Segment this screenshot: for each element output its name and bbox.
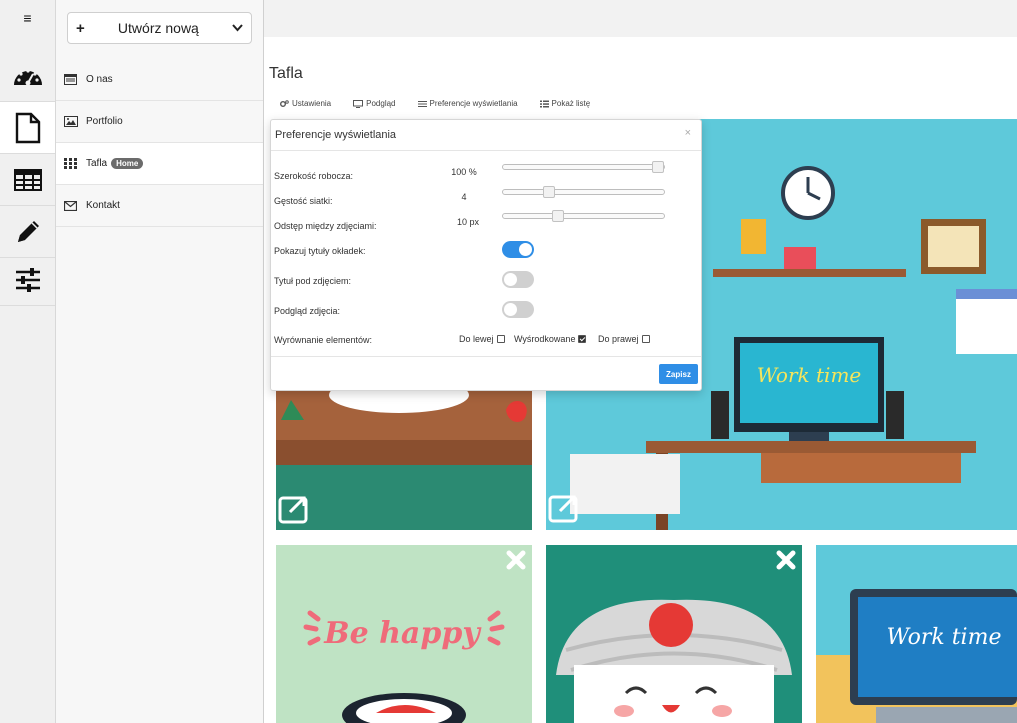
icon-rail: ≡ [0,0,56,723]
align-right-checkbox[interactable] [641,335,650,343]
width-slider[interactable] [502,161,665,173]
density-label: Gęstość siatki: [274,196,333,206]
align-right-label: Do prawej [598,334,639,344]
tab-label: Preferencje wyświetlania [429,99,518,108]
rail-table[interactable] [0,154,55,206]
rail-pages[interactable] [0,102,55,154]
window-icon [64,74,78,86]
density-slider[interactable] [502,186,665,198]
tile-work-time-laptop[interactable]: Work time [816,545,1017,723]
tile-sushi-face[interactable] [546,545,802,723]
rail-settings[interactable] [0,254,55,306]
cogs-icon [280,99,289,107]
sidebar-item-label: Portfolio [86,116,123,127]
align-left-label: Do lewej [459,334,494,344]
slider-handle[interactable] [652,161,664,173]
align-center-option[interactable]: Wyśrodkowane [514,334,587,344]
save-button[interactable]: Zapisz [659,364,698,384]
alignment-label: Wyrównanie elementów: [274,335,372,345]
sidebar-item-label: O nas [86,74,113,85]
title-below-toggle[interactable] [502,271,534,288]
preview-toggle[interactable] [502,301,534,318]
align-right-option[interactable]: Do prawej [598,334,650,344]
spacing-value: 10 px [456,217,480,227]
sidebar-item-tafla[interactable]: Tafla Home [56,143,263,185]
toggle-knob [504,303,517,316]
width-value: 100 % [451,167,477,177]
align-left-checkbox[interactable] [496,335,505,343]
tab-label: Ustawienia [292,99,332,108]
pages-sidebar: + Utwórz nową O nas Portfolio Tafla Home… [56,0,264,723]
dashboard-icon [13,68,42,85]
top-bar [264,0,1017,37]
width-label: Szerokość robocza: [274,171,354,181]
tab-preview[interactable]: Podgląd [353,99,396,108]
rail-edit[interactable] [0,206,55,258]
tab-label: Podgląd [366,99,396,108]
pencil-icon [17,220,39,242]
tab-display-preferences[interactable]: Preferencje wyświetlania [417,99,518,108]
grid-icon [64,158,78,170]
tab-show-list[interactable]: Pokaż listę [539,99,591,108]
modal-header: Preferencje wyświetlania × [271,120,701,151]
close-icon[interactable]: × [685,127,691,139]
sidebar-item-label: Tafla [86,158,108,169]
align-center-checkbox[interactable] [578,335,587,343]
modal-title: Preferencje wyświetlania [275,129,397,141]
align-left-option[interactable]: Do lewej [459,334,505,344]
create-new-label: Utwórz nową [117,20,199,36]
sidebar-item-o-nas[interactable]: O nas [56,59,263,101]
show-titles-label: Pokazuj tytuły okładek: [274,246,366,256]
sliders-icon [15,267,40,292]
chevron-down-icon [232,24,243,32]
display-preferences-modal: Preferencje wyświetlania × Szerokość rob… [270,119,702,391]
preview-label: Podgląd zdjęcia: [274,306,341,316]
tile-be-happy[interactable]: Be happy [276,545,532,723]
tile-text: Work time [757,363,862,387]
envelope-icon [64,200,78,212]
home-badge: Home [111,158,144,169]
spacing-slider[interactable] [502,210,665,222]
page-title: Tafla [269,65,303,82]
sidebar-item-portfolio[interactable]: Portfolio [56,101,263,143]
sidebar-item-kontakt[interactable]: Kontakt [56,185,263,227]
show-titles-toggle[interactable] [502,241,534,258]
sliders-small-icon [417,100,427,107]
align-center-label: Wyśrodkowane [514,334,576,344]
modal-footer [271,356,701,357]
sidebar-item-label: Kontakt [86,200,120,211]
plus-icon: + [76,19,85,37]
tile-text: Be happy [323,616,482,651]
page-tabs: Ustawienia Podgląd Preferencje wyświetla… [280,99,612,108]
image-icon [64,116,78,128]
toggle-knob [519,243,532,256]
create-new-button[interactable]: + Utwórz nową [67,12,252,44]
rail-dashboard[interactable] [0,50,55,102]
density-value: 4 [461,192,467,202]
spacing-label: Odstęp między zdjęciami: [274,221,377,231]
tile-illustration [546,545,802,723]
tile-illustration: Be happy [276,545,532,723]
title-below-label: Tytuł pod zdjęciem: [274,276,352,286]
hamburger-icon[interactable]: ≡ [0,0,55,36]
tab-settings[interactable]: Ustawienia [280,99,331,108]
table-icon [13,168,42,191]
tile-text: Work time [887,625,1002,650]
tile-illustration: Work time [816,545,1017,723]
page-icon [15,112,40,143]
slider-handle[interactable] [543,186,556,198]
monitor-icon [353,99,364,108]
list-icon [539,100,549,107]
toggle-knob [504,273,517,286]
tab-label: Pokaż listę [551,99,591,108]
slider-handle[interactable] [552,210,565,222]
